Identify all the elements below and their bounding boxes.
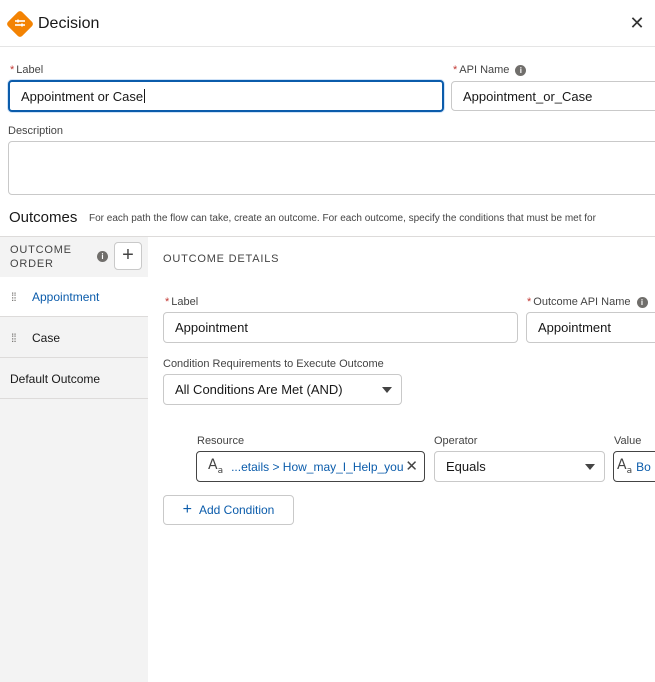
condition-requirements-caption: Condition Requirements to Execute Outcom… — [163, 358, 384, 370]
api-name-caption: * API Name i — [453, 64, 527, 76]
outcomes-description: For each path the flow can take, create … — [89, 213, 596, 224]
close-icon[interactable]: ✕ — [629, 14, 645, 32]
add-condition-button[interactable]: + Add Condition — [163, 495, 294, 525]
chevron-down-icon — [382, 386, 392, 393]
outcome-item-default[interactable]: Default Outcome — [0, 359, 148, 399]
operator-caption: Operator — [434, 435, 478, 447]
drag-handle-icon[interactable]: ⁞⁞ — [11, 291, 19, 303]
outcome-api-input[interactable]: Appointment — [526, 312, 655, 343]
add-outcome-button[interactable]: + — [114, 242, 142, 270]
info-icon[interactable]: i — [636, 296, 648, 308]
outcome-label-input[interactable]: Appointment — [163, 312, 518, 343]
condition-requirements-select[interactable]: All Conditions Are Met (AND) — [163, 374, 402, 405]
clear-icon[interactable]: ✕ — [405, 457, 418, 475]
label-input[interactable]: Appointment or Case — [8, 80, 444, 112]
plus-icon: + — [182, 501, 192, 518]
info-icon[interactable]: i — [515, 64, 527, 76]
label-caption: * Label — [10, 64, 44, 76]
modal-title: Decision — [38, 15, 100, 32]
value-caption: Value — [614, 435, 642, 447]
value-input[interactable]: Aa Bo — [613, 451, 655, 482]
label-input-value: Appointment or Case — [21, 88, 144, 104]
outcomes-title: Outcomes — [9, 209, 78, 226]
text-type-icon: Aa — [208, 457, 224, 476]
outcome-label-caption: * Label — [165, 296, 199, 308]
chevron-down-icon — [585, 463, 595, 470]
drag-handle-icon[interactable]: ⁞⁞ — [11, 332, 19, 344]
operator-select[interactable]: Equals — [434, 451, 605, 482]
required-marker: * — [10, 64, 15, 76]
resource-caption: Resource — [197, 435, 245, 447]
outcome-order-header: OUTCOME ORDER — [10, 244, 72, 270]
outcome-item-appointment[interactable]: ⁞⁞ Appointment — [0, 277, 148, 317]
decision-diamond-icon — [5, 9, 35, 39]
text-type-icon: Aa — [617, 457, 633, 476]
description-textarea[interactable] — [8, 141, 655, 195]
api-name-input[interactable]: Appointment_or_Case — [451, 81, 655, 111]
outcome-details-header: OUTCOME DETAILS — [163, 253, 280, 265]
outcome-item-case[interactable]: ⁞⁞ Case — [0, 318, 148, 358]
description-caption: Description — [8, 125, 64, 137]
info-icon[interactable]: i — [97, 251, 108, 262]
outcome-api-caption: * Outcome API Name i — [527, 296, 648, 308]
resource-input[interactable]: Aa ...etails > How_may_I_Help_you ✕ — [196, 451, 425, 482]
